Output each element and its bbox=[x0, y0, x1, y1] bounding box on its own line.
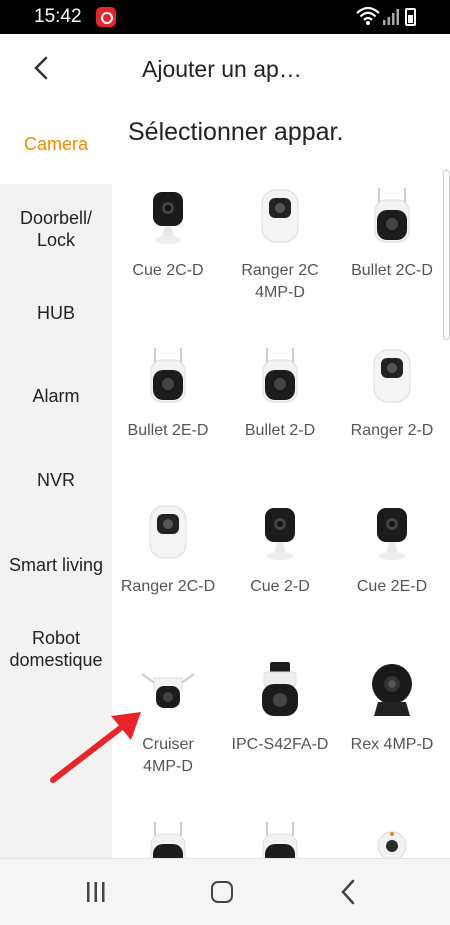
ptz-camera-icon bbox=[224, 660, 336, 730]
wifi-icon bbox=[356, 6, 380, 25]
sidebar-item-doorbell-lock[interactable]: Doorbell/Lock bbox=[0, 207, 112, 251]
device-item-ranger-2-d[interactable]: Ranger 2-D bbox=[336, 346, 448, 442]
battery-icon bbox=[405, 8, 416, 26]
status-time: 15:42 bbox=[34, 6, 82, 27]
device-name: Cue 2-D bbox=[250, 578, 310, 595]
sidebar-item-alarm[interactable]: Alarm bbox=[0, 385, 112, 407]
device-name: Cue 2E-D bbox=[356, 578, 428, 595]
device-name: Ranger 2C-D bbox=[120, 578, 216, 595]
nav-back-icon[interactable] bbox=[338, 879, 360, 905]
device-item-bullet-2-d[interactable]: Bullet 2-D bbox=[224, 346, 336, 442]
device-item-bullet-2e-d[interactable]: Bullet 2E-D bbox=[112, 346, 224, 442]
section-heading: Sélectionner appar. bbox=[128, 118, 344, 146]
cube-camera-icon bbox=[224, 502, 336, 572]
bullet-camera-icon bbox=[112, 820, 224, 858]
sidebar-item-camera[interactable]: Camera bbox=[0, 133, 112, 155]
device-item-partial-2[interactable] bbox=[224, 820, 336, 858]
device-item-cue-2c-d[interactable]: Cue 2C-D bbox=[112, 186, 224, 282]
sidebar-item-nvr[interactable]: NVR bbox=[0, 469, 112, 491]
device-name: Ranger 2C 4MP-D bbox=[241, 262, 319, 301]
device-item-ranger-2c-4mp-d[interactable]: Ranger 2C 4MP-D bbox=[224, 186, 336, 304]
signal-icon bbox=[383, 9, 399, 25]
device-item-ranger-2c-d[interactable]: Ranger 2C-D bbox=[112, 502, 224, 598]
page-title: Ajouter un ap… bbox=[142, 56, 302, 82]
device-item-bullet-2c-d[interactable]: Bullet 2C-D bbox=[336, 186, 448, 282]
red-arrow-annotation bbox=[50, 712, 141, 783]
recent-apps-icon[interactable] bbox=[85, 882, 107, 902]
back-icon[interactable] bbox=[28, 54, 56, 82]
device-item-partial-3[interactable] bbox=[336, 820, 448, 858]
doorbell-camera-icon bbox=[336, 820, 448, 858]
device-name: IPC-S42FA-D bbox=[231, 736, 329, 753]
status-bar: 15:42 bbox=[0, 0, 450, 34]
app-header: Ajouter un ap… bbox=[0, 34, 450, 106]
rex-camera-icon bbox=[336, 660, 448, 730]
bullet-camera-icon bbox=[224, 820, 336, 858]
dome-camera-icon bbox=[336, 346, 448, 416]
device-name: Cue 2C-D bbox=[132, 262, 204, 279]
device-name: Bullet 2E-D bbox=[127, 422, 209, 439]
device-name: Rex 4MP-D bbox=[350, 736, 434, 753]
cube-camera-icon bbox=[112, 186, 224, 256]
scrollbar[interactable] bbox=[443, 170, 450, 340]
device-item-cue-2e-d[interactable]: Cue 2E-D bbox=[336, 502, 448, 598]
device-item-ipc-s42fa-d[interactable]: IPC-S42FA-D bbox=[224, 660, 336, 756]
device-item-rex-4mp-d[interactable]: Rex 4MP-D bbox=[336, 660, 448, 756]
bullet-camera-icon bbox=[224, 346, 336, 416]
device-item-partial-1[interactable] bbox=[112, 820, 224, 858]
sidebar-item-smart-living[interactable]: Smart living bbox=[0, 554, 112, 576]
sidebar-item-robot-domestique[interactable]: Robot domestique bbox=[0, 627, 112, 671]
dome-camera-icon bbox=[224, 186, 336, 256]
bullet-camera-icon bbox=[336, 186, 448, 256]
system-nav-bar bbox=[0, 858, 450, 925]
device-list: Sélectionner appar. Cue 2C-D Ranger 2C 4M… bbox=[112, 106, 450, 858]
home-icon[interactable] bbox=[211, 881, 233, 903]
notification-icon bbox=[96, 7, 116, 27]
device-item-cue-2-d[interactable]: Cue 2-D bbox=[224, 502, 336, 598]
device-name: Bullet 2-D bbox=[244, 422, 316, 439]
dome-camera-icon bbox=[112, 502, 224, 572]
device-name: Bullet 2C-D bbox=[351, 262, 433, 279]
sidebar-item-hub[interactable]: HUB bbox=[0, 302, 112, 324]
device-name: Ranger 2-D bbox=[350, 422, 434, 439]
cube-camera-icon bbox=[336, 502, 448, 572]
bullet-camera-icon bbox=[112, 346, 224, 416]
